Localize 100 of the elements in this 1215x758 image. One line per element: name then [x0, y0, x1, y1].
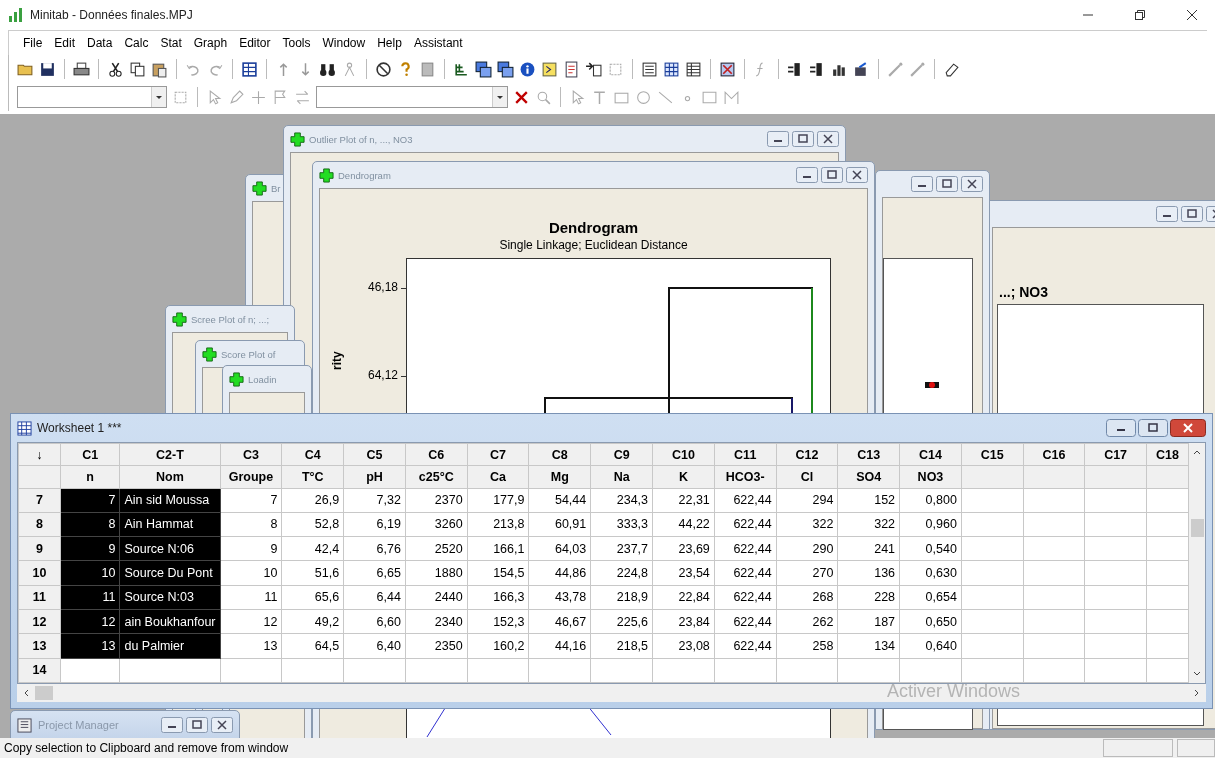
table-cell[interactable]: 622,44	[714, 585, 777, 610]
table-cell[interactable]	[1023, 609, 1085, 634]
table-cell[interactable]: 23,54	[652, 560, 715, 586]
table-cell[interactable]: Source N:06	[119, 536, 220, 561]
table-cell[interactable]: 54,44	[528, 488, 591, 513]
table-cell[interactable]: 213,8	[467, 512, 529, 537]
table-cell[interactable]: 23,84	[652, 609, 715, 634]
table-cell[interactable]: 64,03	[528, 536, 591, 561]
column-header[interactable]: C7	[467, 443, 529, 466]
table-cell[interactable]: 622,44	[714, 488, 777, 513]
table-cell[interactable]	[1084, 536, 1147, 561]
table-cell[interactable]: 3260	[405, 512, 468, 537]
table-cell[interactable]: 26,9	[281, 488, 344, 513]
table-cell[interactable]: 0,650	[899, 609, 962, 634]
minimize-icon[interactable]	[1156, 206, 1178, 222]
menu-item[interactable]: File	[17, 34, 49, 52]
report-icon[interactable]	[563, 60, 580, 78]
table-cell[interactable]: 2440	[405, 585, 468, 610]
table-cell[interactable]: 6,40	[343, 633, 406, 659]
table-cell[interactable]	[1146, 609, 1189, 634]
wand-icon[interactable]	[909, 60, 926, 78]
table-cell[interactable]: 9	[220, 536, 282, 561]
table-cell[interactable]: 225,6	[590, 609, 653, 634]
row-header[interactable]: 12	[18, 609, 61, 634]
table-cell[interactable]: ain Boukhanfour	[119, 609, 220, 634]
wand-icon[interactable]	[887, 60, 904, 78]
table-cell[interactable]	[899, 658, 962, 683]
maximize-icon[interactable]	[1138, 419, 1168, 437]
table-cell[interactable]: 237,7	[590, 536, 653, 561]
polyline-icon[interactable]	[723, 88, 740, 106]
table-cell[interactable]: 22,31	[652, 488, 715, 513]
table-cell[interactable]: Ain Hammat	[119, 512, 220, 537]
close-icon[interactable]	[846, 167, 868, 183]
table-cell[interactable]: 6,19	[343, 512, 406, 537]
table-cell[interactable]: 6,60	[343, 609, 406, 634]
table-cell[interactable]: 1880	[405, 560, 468, 586]
table-cell[interactable]	[281, 658, 344, 683]
maximize-icon[interactable]	[821, 167, 843, 183]
table-cell[interactable]	[961, 488, 1024, 513]
sheet-icon[interactable]	[241, 60, 258, 78]
grid-icon[interactable]	[663, 60, 680, 78]
table-cell[interactable]	[405, 658, 468, 683]
row-header[interactable]: 8	[18, 512, 61, 537]
maximize-icon[interactable]	[936, 176, 958, 192]
column-header[interactable]: C15	[961, 443, 1024, 466]
table-cell[interactable]: 23,08	[652, 633, 715, 659]
minimize-icon[interactable]	[1106, 419, 1136, 437]
column-header[interactable]: C1	[60, 443, 120, 466]
table-cell[interactable]: 262	[776, 609, 838, 634]
table-cell[interactable]: 44,16	[528, 633, 591, 659]
table-cell[interactable]	[1084, 512, 1147, 537]
stack-icon[interactable]	[419, 60, 436, 78]
table-cell[interactable]: 218,5	[590, 633, 653, 659]
column-header[interactable]: C12	[776, 443, 838, 466]
table-cell[interactable]: 224,8	[590, 560, 653, 586]
table-cell[interactable]: Source N:03	[119, 585, 220, 610]
maximize-icon[interactable]	[792, 131, 814, 147]
table-cell[interactable]	[1146, 560, 1189, 586]
table-cell[interactable]: 234,3	[590, 488, 653, 513]
table-cell[interactable]	[1023, 512, 1085, 537]
table-cell[interactable]: 10	[220, 560, 282, 586]
table-cell[interactable]: 241	[837, 536, 900, 561]
row-header[interactable]: 14	[18, 658, 61, 683]
table-cell[interactable]	[1146, 536, 1189, 561]
minimize-icon[interactable]	[911, 176, 933, 192]
table-cell[interactable]: 622,44	[714, 609, 777, 634]
table-cell[interactable]	[837, 658, 900, 683]
table-cell[interactable]: 6,65	[343, 560, 406, 586]
table-cell[interactable]	[1146, 585, 1189, 610]
table-cell[interactable]: 0,654	[899, 585, 962, 610]
menu-item[interactable]: Editor	[233, 34, 277, 52]
table-cell[interactable]: 322	[837, 512, 900, 537]
floppy-icon[interactable]	[39, 60, 56, 78]
column-header[interactable]: C8	[528, 443, 591, 466]
info-icon[interactable]	[519, 60, 536, 78]
table-cell[interactable]	[1084, 488, 1147, 513]
maximize-icon[interactable]	[186, 717, 208, 733]
menu-item[interactable]: Data	[81, 34, 119, 52]
table-cell[interactable]	[1146, 633, 1189, 659]
table-cell[interactable]: 8	[220, 512, 282, 537]
scissors-icon[interactable]	[107, 60, 124, 78]
table-cell[interactable]: 187	[837, 609, 900, 634]
table-cell[interactable]: 294	[776, 488, 838, 513]
table-cell[interactable]: 0,540	[899, 536, 962, 561]
table-cell[interactable]	[961, 609, 1024, 634]
table-cell[interactable]: 43,78	[528, 585, 591, 610]
scroll-thumb[interactable]	[1190, 519, 1204, 537]
menu-item[interactable]: Help	[371, 34, 408, 52]
table-cell[interactable]: 166,1	[467, 536, 529, 561]
table-cell[interactable]: 136	[837, 560, 900, 586]
table-cell[interactable]	[1023, 536, 1085, 561]
row-header[interactable]: 10	[18, 560, 61, 586]
close-icon[interactable]	[961, 176, 983, 192]
table-cell[interactable]	[1146, 488, 1189, 513]
row-header[interactable]: 13	[18, 633, 61, 659]
table-cell[interactable]: 12	[220, 609, 282, 634]
column-header[interactable]: C3	[220, 443, 282, 466]
swap-icon[interactable]	[294, 88, 311, 106]
combo-box[interactable]	[17, 86, 167, 108]
table-cell[interactable]: 44,86	[528, 560, 591, 586]
